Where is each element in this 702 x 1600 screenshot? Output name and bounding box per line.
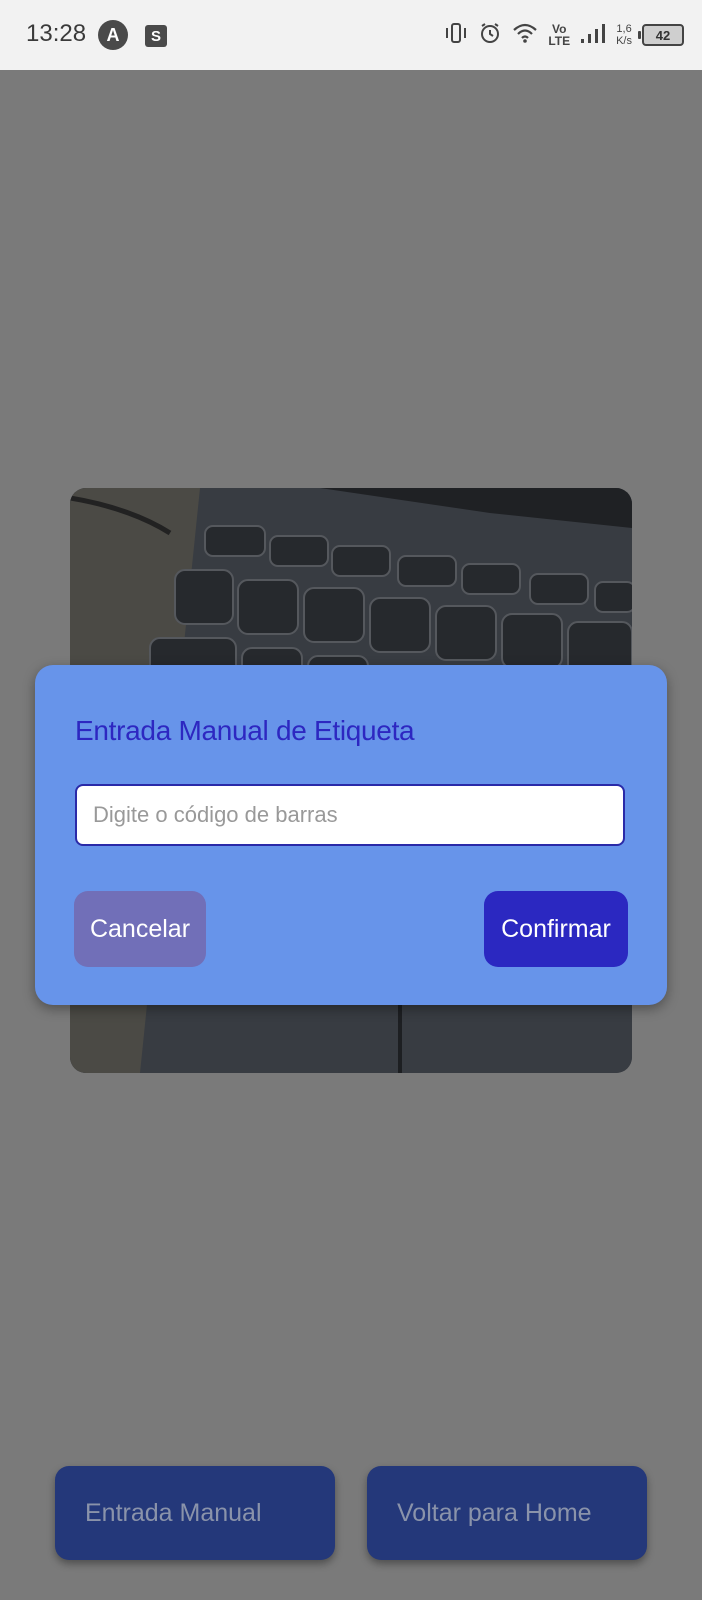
- alarm-icon: [478, 21, 502, 50]
- status-bar: 13:28 A S Vo LTE 1,6 K/s 42: [0, 0, 702, 70]
- vibrate-icon: [444, 22, 468, 49]
- dialog-title: Entrada Manual de Etiqueta: [75, 715, 415, 746]
- battery-level: 42: [655, 27, 671, 43]
- barcode-input[interactable]: [75, 784, 625, 846]
- cancel-button[interactable]: Cancelar: [74, 891, 206, 967]
- volte-icon: Vo LTE: [548, 23, 570, 47]
- status-time: 13:28: [26, 20, 87, 47]
- app-notification-icon: A: [98, 20, 128, 50]
- back-to-home-button[interactable]: Voltar para Home: [367, 1466, 647, 1560]
- network-speed-unit: K/s: [616, 35, 632, 47]
- network-speed: 1,6 K/s: [616, 23, 632, 47]
- network-speed-value: 1,6: [616, 23, 632, 35]
- signal-icon: [580, 22, 606, 49]
- volte-bottom-label: LTE: [548, 34, 571, 48]
- confirm-button[interactable]: Confirmar: [484, 891, 628, 967]
- manual-entry-dialog: Entrada Manual de Etiqueta Cancelar Conf…: [35, 665, 667, 1005]
- wifi-icon: [512, 22, 538, 49]
- status-icons: Vo LTE 1,6 K/s 42: [444, 18, 684, 52]
- manual-entry-button[interactable]: Entrada Manual: [55, 1466, 335, 1560]
- battery-icon: 42: [638, 24, 684, 46]
- shopping-bag-icon: S: [145, 25, 167, 47]
